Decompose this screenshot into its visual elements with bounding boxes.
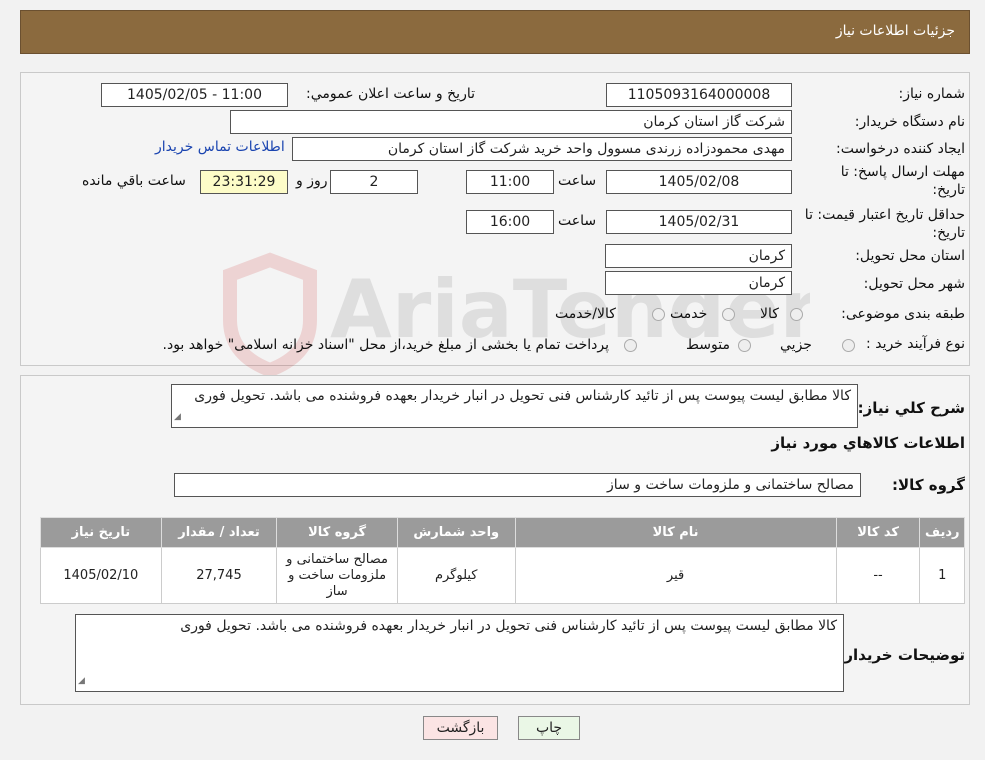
cell-group: مصالح ساختمانی و ملزومات ساخت و ساز xyxy=(276,547,398,604)
days-field: 2 xyxy=(330,170,418,194)
province-label: استان محل تحويل: xyxy=(855,248,965,264)
category-option-goods-service: کالا/خدمت xyxy=(555,306,616,322)
validity-label: حداقل تاريخ اعتبار قيمت: تا تاريخ: xyxy=(804,207,965,241)
need-number-label: شماره نیاز: xyxy=(898,86,966,102)
goods-section-title: اطلاعات کالاهاي مورد نياز xyxy=(771,434,965,452)
description-label: شرح کلي نياز: xyxy=(857,399,965,417)
buyer-notes-label: توضيحات خريدار: xyxy=(838,646,965,664)
need-number-field: 1105093164000008 xyxy=(606,83,792,107)
cell-need-date: 1405/02/10 xyxy=(40,547,162,604)
cell-code: -- xyxy=(835,547,921,604)
watermark-shield-icon xyxy=(223,252,317,375)
remaining-time-field: 23:31:29 xyxy=(200,170,288,194)
process-radio-minor[interactable] xyxy=(842,339,855,352)
process-note: پرداخت تمام يا بخشی از مبلغ خريد،از محل … xyxy=(162,337,609,353)
creator-label: ايجاد کننده درخواست: xyxy=(836,141,965,157)
print-button[interactable]: چاپ xyxy=(518,716,580,740)
col-unit: واحد شمارش xyxy=(396,517,516,548)
cell-row: 1 xyxy=(919,547,965,604)
category-radio-goods-service[interactable] xyxy=(652,308,665,321)
deadline-time-label: ساعت xyxy=(558,173,597,189)
deadline-label: مهلت ارسال پاسخ: تا تاريخ: xyxy=(840,164,965,198)
buyer-notes-text: کالا مطابق لیست پیوست پس از تائید کارشنا… xyxy=(180,618,837,634)
goods-group-field: مصالح ساختمانی و ملزومات ساخت و ساز xyxy=(174,473,861,497)
province-field: کرمان xyxy=(605,244,792,268)
process-checkbox-treasury[interactable] xyxy=(624,339,637,352)
process-option-medium: متوسط xyxy=(686,337,730,353)
buyer-org-field: شرکت گاز استان کرمان xyxy=(230,110,792,134)
resize-handle-icon[interactable]: ◢ xyxy=(78,672,85,690)
table-row: 1 -- قیر کیلوگرم مصالح ساختمانی و ملزوما… xyxy=(40,547,965,604)
city-field: کرمان xyxy=(605,271,792,295)
city-label: شهر محل تحويل: xyxy=(863,276,965,292)
page-header: جزئیات اطلاعات نیاز xyxy=(20,10,970,54)
goods-table-header: رديف کد کالا نام کالا واحد شمارش گروه کا… xyxy=(40,517,965,548)
description-textarea[interactable]: کالا مطابق لیست پیوست پس از تائید کارشنا… xyxy=(171,384,858,428)
creator-field: مهدی محمودزاده زرندی مسوول واحد خرید شرک… xyxy=(292,137,792,161)
deadline-time-field: 11:00 xyxy=(466,170,554,194)
category-radio-service[interactable] xyxy=(722,308,735,321)
category-label: طبقه بندی موضوعی: xyxy=(841,306,965,322)
process-label: نوع فرآيند خريد : xyxy=(866,336,965,352)
back-button[interactable]: بازگشت xyxy=(423,716,498,740)
days-label: روز و xyxy=(296,173,328,189)
validity-date-field: 1405/02/31 xyxy=(606,210,792,234)
col-name: نام کالا xyxy=(514,517,837,548)
col-code: کد کالا xyxy=(835,517,921,548)
process-radio-medium[interactable] xyxy=(738,339,751,352)
cell-unit: کیلوگرم xyxy=(396,547,516,604)
announce-label: تاریخ و ساعت اعلان عمومي: xyxy=(306,86,475,102)
col-group: گروه کالا xyxy=(276,517,398,548)
buyer-notes-textarea[interactable]: کالا مطابق لیست پیوست پس از تائید کارشنا… xyxy=(75,614,844,692)
goods-group-label: گروه کالا: xyxy=(892,476,965,494)
cell-name: قیر xyxy=(514,547,837,604)
category-option-service: خدمت xyxy=(670,306,708,322)
description-text: کالا مطابق لیست پیوست پس از تائید کارشنا… xyxy=(194,388,851,404)
category-radio-goods[interactable] xyxy=(790,308,803,321)
goods-table: رديف کد کالا نام کالا واحد شمارش گروه کا… xyxy=(40,517,965,604)
col-quantity: تعداد / مقدار xyxy=(160,517,278,548)
process-option-minor: جزيي xyxy=(780,337,812,353)
buyer-contact-link[interactable]: اطلاعات تماس خريدار xyxy=(155,139,285,155)
validity-time-label: ساعت xyxy=(558,213,597,229)
page-title: جزئیات اطلاعات نیاز xyxy=(835,23,955,39)
col-row: رديف xyxy=(919,517,965,548)
col-need-date: تاريخ نياز xyxy=(40,517,162,548)
announce-field: 1405/02/05 - 11:00 xyxy=(101,83,288,107)
deadline-date-field: 1405/02/08 xyxy=(606,170,792,194)
remaining-label: ساعت باقي مانده xyxy=(82,173,186,189)
buyer-org-label: نام دستگاه خريدار: xyxy=(854,114,965,130)
resize-handle-icon[interactable]: ◢ xyxy=(174,408,181,426)
category-option-goods: کالا xyxy=(760,306,779,322)
cell-quantity: 27,745 xyxy=(160,547,278,604)
validity-time-field: 16:00 xyxy=(466,210,554,234)
